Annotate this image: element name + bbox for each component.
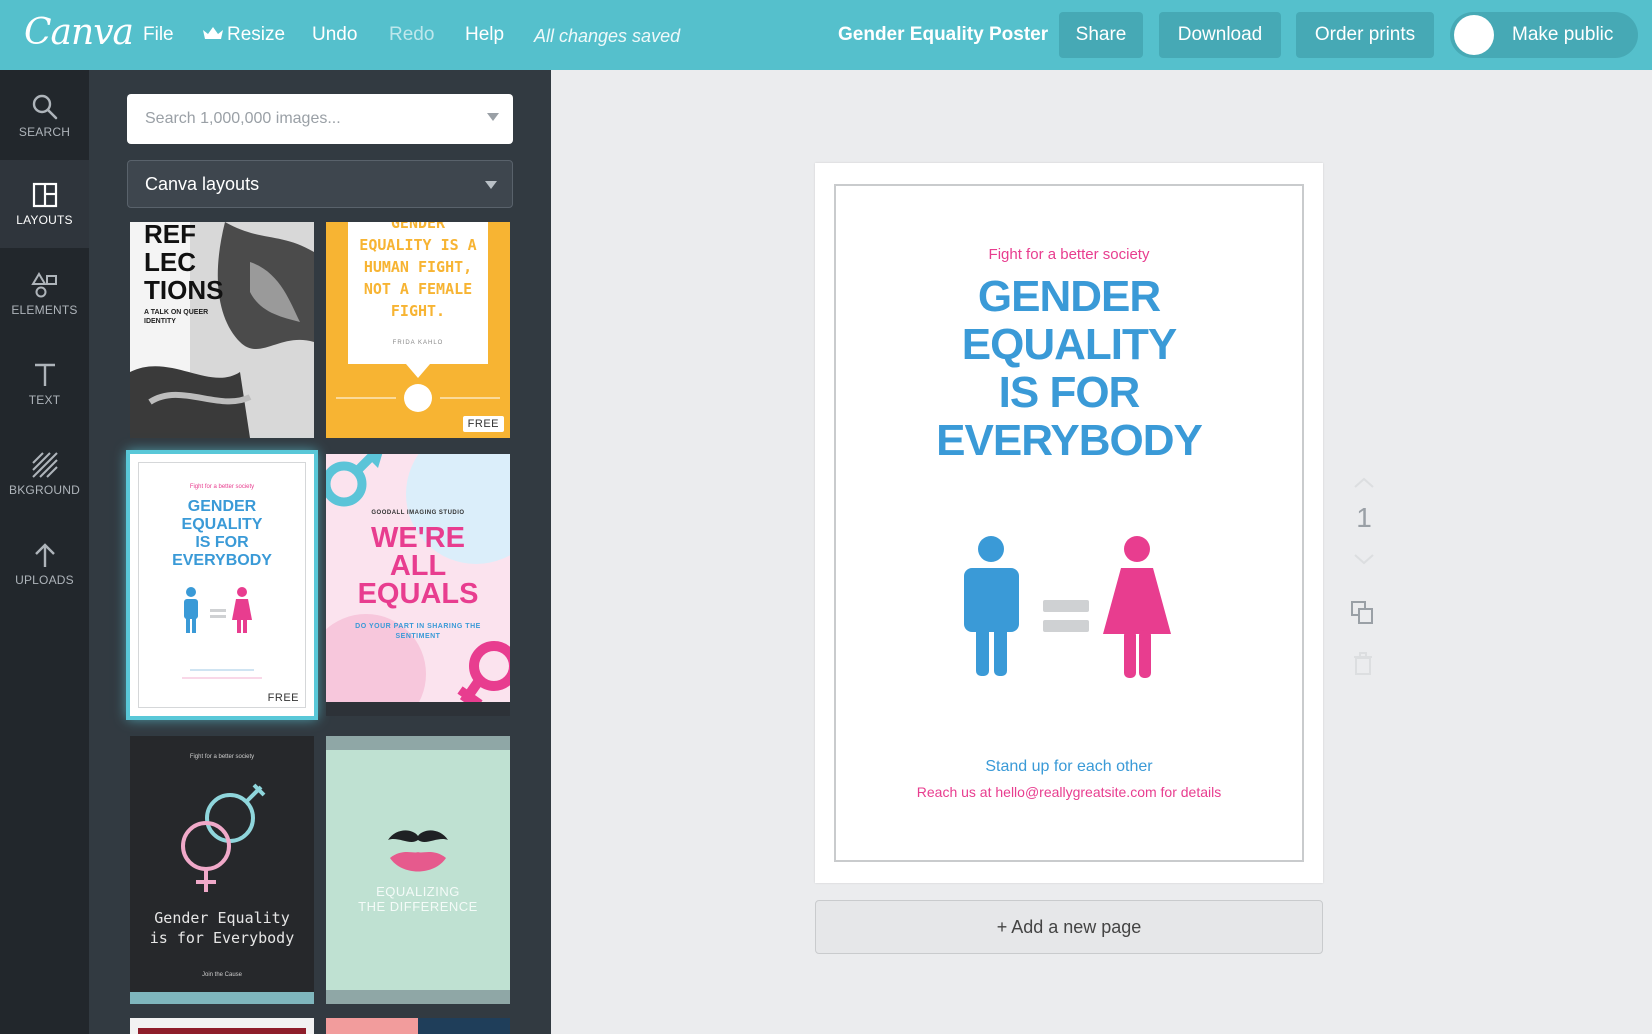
layout-thumb-dark-gender[interactable]: Fight for a better society Gender Equali… xyxy=(130,736,314,1004)
make-public-toggle[interactable]: Make public xyxy=(1450,12,1638,58)
rail-uploads-label: UPLOADS xyxy=(15,573,74,587)
design-title[interactable]: Gender Equality Poster xyxy=(838,24,1048,46)
poster-heading-line-4[interactable]: EVERYBODY xyxy=(834,416,1304,466)
interlocked-gender-symbols-icon xyxy=(130,783,314,1004)
add-page-button[interactable]: + Add a new page xyxy=(815,900,1323,954)
layouts-panel: Canva layouts REF LEC TIONS A TALK ON QU… xyxy=(89,70,551,1034)
all-equals-line: ALL xyxy=(389,550,447,582)
male-figure-icon xyxy=(964,536,1019,676)
reflections-title-line: LEC xyxy=(144,247,196,277)
layout-thumb-all-equals[interactable]: GOODALL IMAGING STUDIO WE'RE ALL EQUALS … xyxy=(326,454,510,716)
toggle-knob xyxy=(1454,15,1494,55)
download-button[interactable]: Download xyxy=(1159,12,1281,58)
chevron-down-icon xyxy=(485,181,497,189)
delete-page-icon[interactable] xyxy=(1352,652,1374,676)
dark-heading: Gender Equality is for Everybody xyxy=(130,908,314,948)
rail-uploads[interactable]: UPLOADS xyxy=(0,520,89,608)
all-equals-heading: WE'RE ALL EQUALS xyxy=(326,522,510,610)
resize-label: Resize xyxy=(227,24,286,45)
move-page-up-icon[interactable] xyxy=(1352,476,1376,490)
all-equals-subtitle: DO YOUR PART IN SHARING THE SENTIMENT xyxy=(355,623,481,640)
equalizing-line: THE DIFFERENCE xyxy=(358,899,478,914)
dark-heading-line: is for Everybody xyxy=(149,929,295,947)
rail-background[interactable]: BKGROUND xyxy=(0,430,89,518)
thumb-stripe xyxy=(418,1018,510,1034)
rail-layouts-label: LAYOUTS xyxy=(16,213,73,227)
poster-subline[interactable]: Stand up for each other xyxy=(834,758,1304,776)
share-button[interactable]: Share xyxy=(1059,12,1143,58)
free-badge: FREE xyxy=(262,690,304,706)
search-dropdown-caret-icon[interactable] xyxy=(487,113,499,121)
background-pattern-icon xyxy=(31,452,58,478)
save-status: All changes saved xyxy=(534,26,681,46)
layout-filter-value: Canva layouts xyxy=(145,174,260,194)
rail-search[interactable]: SEARCH xyxy=(0,72,89,160)
human-fight-quote: GENDER EQUALITY IS A HUMAN FIGHT, NOT A … xyxy=(348,222,488,322)
layout-thumb-partial[interactable] xyxy=(326,1018,510,1034)
layout-filter-select[interactable]: Canva layouts xyxy=(127,160,513,208)
equalizing-heading: EQUALIZING THE DIFFERENCE xyxy=(326,884,510,914)
female-figure-icon xyxy=(1103,536,1171,678)
rail-elements[interactable]: ELEMENTS xyxy=(0,250,89,338)
quote-author: FRIDA KAHLO xyxy=(392,340,444,346)
duplicate-page-icon[interactable] xyxy=(1350,600,1376,626)
thumb-stripe xyxy=(138,1028,306,1034)
mustache-lips-icon xyxy=(326,736,510,1004)
shapes-icon xyxy=(30,272,57,298)
male-equals-female-graphic[interactable] xyxy=(939,530,1199,690)
quote-line: HUMAN FIGHT, xyxy=(363,258,473,276)
layout-thumb-human-fight[interactable]: GENDER EQUALITY IS A HUMAN FIGHT, NOT A … xyxy=(326,222,510,438)
quote-line: GENDER xyxy=(390,222,446,232)
help-menu[interactable]: Help xyxy=(465,24,504,46)
image-search-input[interactable] xyxy=(127,94,513,144)
rail-elements-label: ELEMENTS xyxy=(11,303,78,317)
poster-contact[interactable]: Reach us at hello@reallygreatsite.com fo… xyxy=(834,784,1304,800)
page-number: 1 xyxy=(1356,502,1372,533)
poster-heading-line-3[interactable]: IS FOR xyxy=(834,368,1304,418)
upload-arrow-icon xyxy=(34,543,55,567)
all-equals-line: EQUALS xyxy=(357,578,479,610)
crown-icon xyxy=(203,27,223,39)
all-equals-line: WE'RE xyxy=(371,522,465,554)
rail-search-label: SEARCH xyxy=(18,125,71,139)
studio-label: GOODALL IMAGING STUDIO xyxy=(371,510,465,516)
layout-thumb-partial[interactable] xyxy=(130,1018,314,1034)
text-icon xyxy=(34,363,55,386)
order-prints-button[interactable]: Order prints xyxy=(1296,12,1434,58)
free-badge: FREE xyxy=(462,416,504,432)
reflections-title-line: REF xyxy=(144,222,196,249)
quote-line: EQUALITY IS A xyxy=(359,236,477,254)
canva-logo[interactable]: Canva xyxy=(24,12,134,53)
search-icon xyxy=(32,94,57,120)
reflections-title-line: TIONS xyxy=(144,275,224,305)
rail-layouts[interactable]: LAYOUTS xyxy=(0,160,89,248)
quote-line: NOT A FEMALE xyxy=(363,280,473,298)
layout-thumb-reflections[interactable]: REF LEC TIONS A TALK ON QUEER IDENTITY xyxy=(130,222,314,438)
resize-button[interactable]: Resize xyxy=(202,24,285,46)
redo-button[interactable]: Redo xyxy=(389,24,434,46)
layout-thumb-gender-equality-selected[interactable]: Fight for a better society GENDER EQUALI… xyxy=(126,450,318,720)
equalizing-line: EQUALIZING xyxy=(376,884,460,899)
reflections-subtitle: A TALK ON QUEER IDENTITY xyxy=(144,309,209,325)
undo-button[interactable]: Undo xyxy=(312,24,357,46)
top-bar: Canva File Resize Undo Redo Help All cha… xyxy=(0,0,1652,70)
poster-heading-line-2[interactable]: EQUALITY xyxy=(834,320,1304,370)
rail-text-label: TEXT xyxy=(28,393,61,407)
make-public-label: Make public xyxy=(1512,24,1614,45)
rail-text[interactable]: TEXT xyxy=(0,340,89,428)
layout-thumb-equalizing[interactable]: EQUALIZING THE DIFFERENCE xyxy=(326,736,510,1004)
file-menu[interactable]: File xyxy=(143,24,174,46)
quote-line: FIGHT. xyxy=(390,302,446,320)
layouts-icon xyxy=(32,182,57,208)
rail-background-label: BKGROUND xyxy=(9,483,80,497)
move-page-down-icon[interactable] xyxy=(1352,552,1376,566)
dark-cta: Join the Cause xyxy=(201,972,243,978)
equals-sign-icon xyxy=(1043,600,1089,632)
poster-heading-line-1[interactable]: GENDER xyxy=(834,272,1304,322)
reflections-title: REF LEC TIONS xyxy=(144,222,223,304)
male-equals-female-icon xyxy=(182,587,262,679)
dark-heading-line: Gender Equality xyxy=(154,909,290,927)
side-nav-rail: SEARCH LAYOUTS ELEMENTS TEXT BKGROUND UP… xyxy=(0,70,89,1034)
poster-kicker[interactable]: Fight for a better society xyxy=(834,246,1304,263)
